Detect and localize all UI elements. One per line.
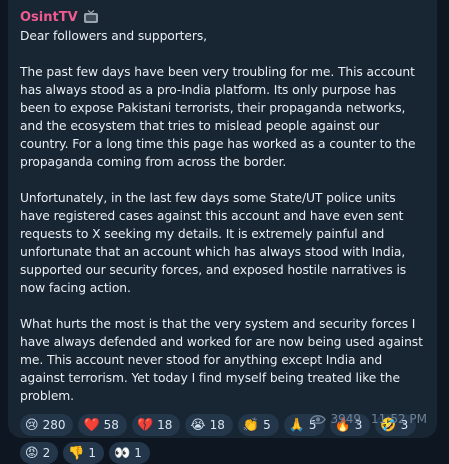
reaction-count: 280 xyxy=(42,418,66,432)
reaction-count: 18 xyxy=(209,418,225,432)
reaction-count: 5 xyxy=(263,418,271,432)
crying-face-icon: 😢 xyxy=(25,417,39,433)
message-meta: 3949 11:52 PM xyxy=(310,412,427,426)
thumbs-down-icon: 👎 xyxy=(68,445,85,461)
message-time: 11:52 PM xyxy=(371,412,427,426)
message-header: OsintTV xyxy=(20,8,427,26)
reaction-count: 1 xyxy=(134,446,142,460)
heart-icon: ❤️ xyxy=(83,417,100,433)
reaction-count: 18 xyxy=(157,418,173,432)
reaction-heart[interactable]: ❤️ 58 xyxy=(78,414,127,436)
view-count: 3949 xyxy=(330,412,361,426)
folded-hands-icon: 🙏 xyxy=(288,417,305,433)
reaction-count: 2 xyxy=(42,446,51,460)
tv-icon xyxy=(83,10,98,23)
reaction-cry[interactable]: 😢 280 xyxy=(20,414,74,436)
sobbing-face-icon: 😭 xyxy=(190,417,206,433)
eye-icon xyxy=(310,414,327,424)
broken-heart-icon: 💔 xyxy=(136,417,154,433)
angry-face-icon: 😡 xyxy=(25,445,39,461)
eyes-icon: 👀 xyxy=(114,445,131,461)
sender-name[interactable]: OsintTV xyxy=(20,10,78,25)
reaction-count: 58 xyxy=(103,418,119,432)
reaction-count: 1 xyxy=(88,446,97,460)
reaction-angry[interactable]: 😡 2 xyxy=(20,442,59,464)
reaction-broken-heart[interactable]: 💔 18 xyxy=(131,414,181,436)
reaction-sob[interactable]: 😭 18 xyxy=(185,414,233,436)
clapping-hands-icon: 👏 xyxy=(242,417,260,433)
reaction-thumbs-down[interactable]: 👎 1 xyxy=(63,442,105,464)
reaction-eyes[interactable]: 👀 1 xyxy=(109,442,150,464)
message-bubble: OsintTV Dear followers and supporters, T… xyxy=(8,0,437,464)
message-text: Dear followers and supporters, The past … xyxy=(20,29,423,403)
reaction-clap[interactable]: 👏 5 xyxy=(237,414,279,436)
